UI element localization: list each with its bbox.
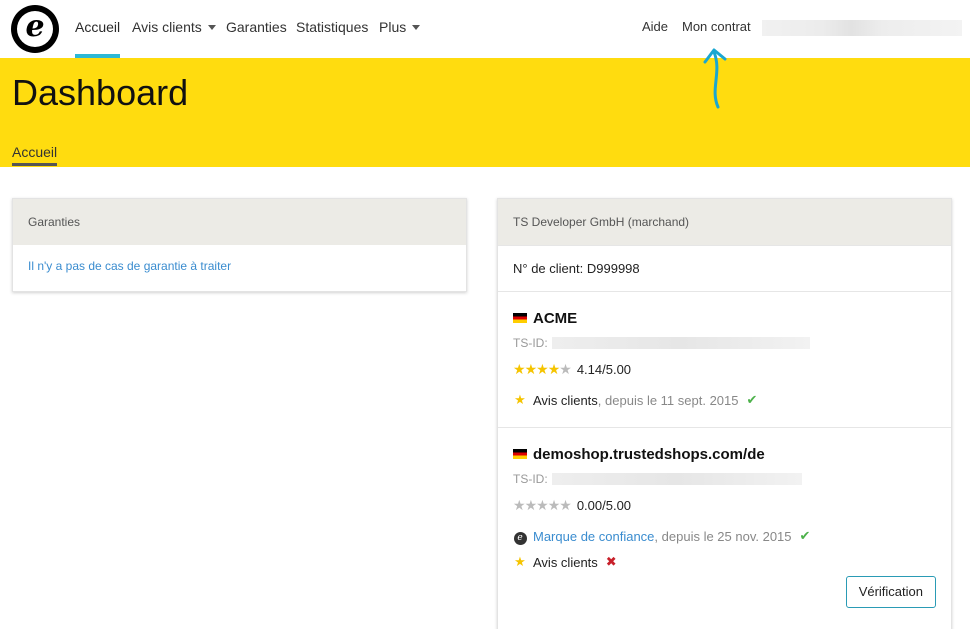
rating-value: 0.00/5.00 — [576, 497, 632, 513]
guarantees-card: Garanties Il n'y a pas de cas de garanti… — [12, 198, 467, 292]
card-title: Garanties — [13, 199, 466, 245]
star-icon: ★ — [524, 360, 538, 377]
nav-item-statistiques[interactable]: Statistiques — [296, 0, 368, 58]
caret-down-icon — [412, 24, 421, 30]
client-number-row: N° de client: D999998 — [498, 245, 951, 291]
nav-item-garanties[interactable]: Garanties — [226, 0, 287, 58]
no-guarantee-cases-link[interactable]: Il n'y a pas de cas de garantie à traite… — [13, 245, 466, 287]
rating-stars: ★★★★★ — [513, 360, 572, 378]
logo-letter: e — [17, 11, 53, 47]
star-icon: ★ — [536, 496, 549, 513]
cross-icon: ✖ — [605, 554, 617, 569]
client-number-label: N° de client: — [513, 261, 584, 276]
ts-id-label: TS-ID: — [513, 472, 548, 486]
ts-id-row: TS-ID: — [513, 471, 936, 487]
star-icon: ★ — [547, 360, 561, 377]
verification-button[interactable]: Vérification — [845, 576, 936, 608]
germany-flag-icon — [513, 449, 527, 459]
caret-down-icon — [207, 24, 216, 30]
check-icon: ✔ — [746, 392, 758, 407]
merchant-card: TS Developer GmbH (marchand) N° de clien… — [497, 198, 952, 629]
nav-item-avis-clients[interactable]: Avis clients — [132, 0, 216, 58]
star-icon: ★ — [514, 392, 526, 407]
breadcrumb[interactable]: Accueil — [12, 144, 58, 166]
nav-help-link[interactable]: Aide — [642, 0, 668, 58]
star-icon: ★ — [559, 496, 572, 513]
client-number-value: D999998 — [586, 261, 640, 276]
check-icon: ✔ — [799, 528, 811, 543]
shop-name-text: demoshop.trustedshops.com/de — [533, 445, 765, 463]
user-account-menu[interactable] — [762, 20, 962, 36]
ts-id-row: TS-ID: — [513, 335, 936, 351]
feature-label: Avis clients — [533, 554, 598, 570]
nav-item-accueil[interactable]: Accueil — [75, 0, 121, 58]
nav-item-label: Statistiques — [296, 19, 369, 35]
ts-id-label: TS-ID: — [513, 336, 548, 350]
shop-demoshop: demoshop.trustedshops.com/de TS-ID: ★★★★… — [498, 427, 951, 625]
trustmark-link[interactable]: Marque de confiance — [533, 529, 654, 544]
ts-id-value-redacted — [551, 337, 810, 349]
card-title: TS Developer GmbH (marchand) — [498, 199, 951, 245]
star-icon: ★ — [524, 496, 538, 513]
star-icon: ★ — [536, 360, 549, 377]
star-icon: ★ — [514, 554, 526, 569]
help-label: Aide — [642, 19, 669, 34]
nav-item-label: Accueil — [75, 19, 121, 35]
top-navbar: e Accueil Avis clients Garanties Statist… — [0, 0, 970, 58]
star-icon: ★ — [513, 360, 526, 377]
trusted-shops-logo[interactable]: e — [11, 5, 59, 53]
nav-item-plus[interactable]: Plus — [379, 0, 421, 58]
feature-label: Avis clients — [533, 392, 598, 408]
star-icon: ★ — [513, 496, 526, 513]
arrow-up-icon — [703, 48, 727, 109]
nav-item-label: Plus — [379, 19, 407, 35]
feature-since: , depuis le 11 sept. 2015 — [597, 392, 739, 408]
ts-id-value-redacted — [551, 473, 802, 485]
shop-name-text: ACME — [533, 309, 578, 327]
shop-acme: ACME TS-ID: ★★★★★ 4.14/5.00 ★ Avis clien… — [498, 291, 951, 427]
germany-flag-icon — [513, 313, 527, 323]
feature-avis-clients: ★ Avis clients, depuis le 11 sept. 2015 … — [513, 391, 936, 409]
rating-row: ★★★★★ 4.14/5.00 — [513, 360, 936, 378]
page-header-banner: Dashboard Accueil — [0, 58, 970, 167]
shop-name: ACME — [513, 308, 936, 328]
contract-label: Mon contrat — [682, 19, 751, 34]
nav-item-label: Garanties — [226, 19, 287, 35]
nav-item-label: Avis clients — [132, 19, 202, 35]
trustmark-icon: e — [513, 528, 527, 545]
rating-row: ★★★★★ 0.00/5.00 — [513, 496, 936, 514]
rating-stars: ★★★★★ — [513, 496, 572, 514]
rating-value: 4.14/5.00 — [576, 361, 632, 377]
star-icon: ★ — [547, 496, 561, 513]
star-icon: ★ — [559, 360, 572, 377]
feature-since: , depuis le 25 nov. 2015 — [654, 528, 792, 544]
shop-name: demoshop.trustedshops.com/de — [513, 444, 936, 464]
page-title: Dashboard — [12, 72, 189, 113]
feature-avis-clients: ★ Avis clients ✖ — [513, 553, 936, 571]
feature-marque-de-confiance: e Marque de confiance, depuis le 25 nov.… — [513, 527, 936, 545]
